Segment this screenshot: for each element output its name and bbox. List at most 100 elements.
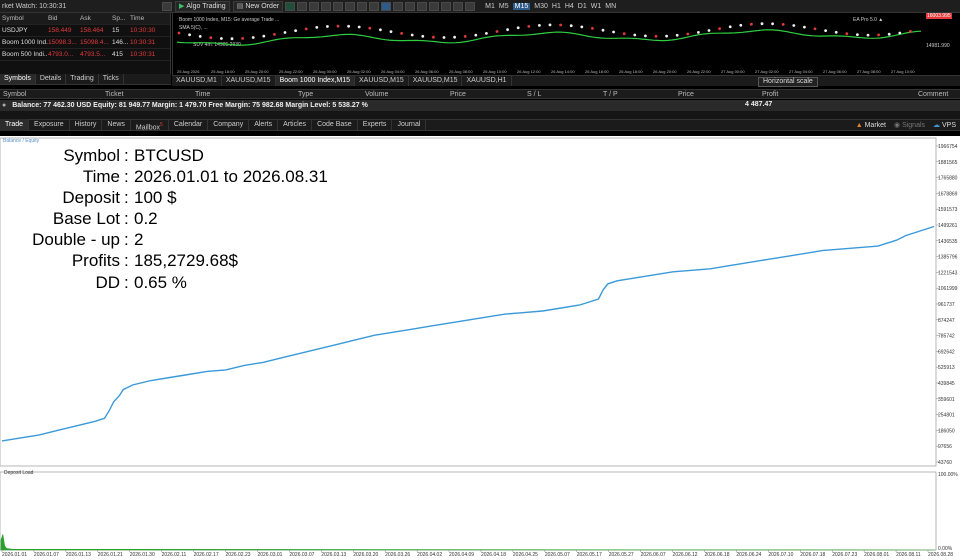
trade-col-1[interactable]: Ticket [105,91,123,98]
cursor-line-icon[interactable] [393,1,404,11]
market-watch-row[interactable]: Boom 1000 Ind... 15098.3... 15098.4... 146.… [0,37,170,49]
chart-tab[interactable]: XAUUSD,H1 [462,76,512,86]
signal-marker [866,33,870,37]
timeframe-h4[interactable]: H4 [565,3,574,10]
x-tick-label: 2026.01.21 [98,552,123,558]
chart-x-label: 27 Aug 00:00 [721,69,745,74]
market-watch-row[interactable]: USDJPY 158.449 158.464 15 10:30:30 [0,25,170,37]
mw-tab-ticks[interactable]: Ticks [99,74,124,84]
trade-col-10[interactable]: Comment [918,91,948,98]
timeframe-w1[interactable]: W1 [591,3,602,10]
col-ask[interactable]: Ask [80,15,112,22]
bid-price: 15098.3... [48,39,77,46]
col-bid[interactable]: Bid [48,15,80,22]
timeframe-m15[interactable]: M15 [512,2,531,10]
trade-col-4[interactable]: Volume [365,91,388,98]
trade-col-3[interactable]: Type [298,91,313,98]
x-tick-label: 2026.07.23 [832,552,857,558]
timeframe-m5[interactable]: M5 [499,3,509,10]
timeframe-m1[interactable]: M1 [485,3,495,10]
toolbox-tab-journal[interactable]: Journal [392,119,427,131]
col-symbol[interactable]: Symbol [0,15,48,22]
chart-tab[interactable]: Boom 1000 Index,M15 [275,76,356,86]
price-chart[interactable]: Boom 1000 Index, M15: Ge average Trade .… [172,13,940,75]
trade-col-0[interactable]: Symbol [3,91,26,98]
signal-marker [601,28,605,32]
indicators-icon[interactable] [369,1,380,11]
toolbox-tab-label: Mailbox [135,124,161,132]
zoom-in-icon[interactable] [321,1,332,11]
timeframe-d1[interactable]: D1 [578,3,587,10]
toolbox-tab-news[interactable]: News [102,119,131,131]
toolbox-tab-alerts[interactable]: Alerts [249,119,279,131]
signals-link[interactable]: ◉ Signals [894,120,925,132]
market-watch-row[interactable]: Boom 500 Indi... 4793.0... 4793.5... 415 10:… [0,49,170,61]
balance-row[interactable]: ● Balance: 77 462.30 USD Equity: 81 949.… [0,100,960,111]
trade-col-2[interactable]: Time [195,91,210,98]
deposit-load-label: Deposit Load [4,470,34,476]
signal-marker [410,33,414,37]
vps-label: VPS [941,122,956,129]
spread: 415 [112,51,123,58]
trade-col-5[interactable]: Price [450,91,466,98]
toolbox-tab-mailbox[interactable]: Mailbox5 [131,119,169,131]
shapes-icon[interactable] [465,1,476,11]
chart-bars-icon[interactable] [285,1,296,11]
toolbox-tabs: Trade Exposure History News Mailbox5 Calendar… [0,119,960,131]
timeframe-mn[interactable]: MN [605,3,616,10]
quote-time: 10:30:31 [130,51,156,58]
toolbox-tab-code-base[interactable]: Code Base [312,119,358,131]
toolbar-icon[interactable] [162,1,172,11]
market-watch: Symbol Bid Ask Sp... Time USDJPY 158.449 1… [0,13,171,74]
trade-col-8[interactable]: Price [678,91,694,98]
signal-marker [718,27,721,30]
price-scale[interactable]: 16003.995 14981.990 [924,13,960,75]
mw-tab-trading[interactable]: Trading [66,74,99,84]
channel-icon[interactable] [429,1,440,11]
chart-x-label: 26 Aug 18:00 [619,69,643,74]
trendline-icon[interactable] [417,1,428,11]
toolbox-tab-calendar[interactable]: Calendar [169,119,209,131]
signal-marker [792,24,796,27]
line-icon[interactable] [309,1,320,11]
chart-x-label: 27 Aug 02:00 [755,69,779,74]
market-link[interactable]: ▲ Market [856,120,886,132]
new-order-button[interactable]: ▤ New Order [232,0,284,12]
trade-col-6[interactable]: S / L [527,91,541,98]
chart-tab[interactable]: XAUUSD,M1 [172,76,222,86]
chart-tab[interactable]: XAUUSD,M15 [355,76,409,86]
toolbox-tab-company[interactable]: Company [208,119,250,131]
zoom-out-icon[interactable] [333,1,344,11]
candles-icon[interactable] [297,1,308,11]
vps-link[interactable]: ☁ VPS [933,120,956,132]
x-tick-label: 2026.02.23 [226,552,251,558]
trade-col-9[interactable]: Profit [762,91,778,98]
toolbox-tab-exposure[interactable]: Exposure [29,119,70,131]
signal-marker [198,35,202,38]
toolbox-tab-experts[interactable]: Experts [358,119,393,131]
fibo-icon[interactable] [441,1,452,11]
text-icon[interactable] [453,1,464,11]
crosshair-icon[interactable] [381,1,392,11]
toolbox-tab-history[interactable]: History [70,119,103,131]
y-tick-label: 97656 [938,444,952,450]
chart-tab[interactable]: XAUUSD,M15 [222,76,276,86]
hline-icon[interactable] [405,1,416,11]
stat-colon: : [124,273,129,292]
mw-tab-symbols[interactable]: Symbols [0,74,36,84]
toolbox-tab-articles[interactable]: Articles [278,119,313,131]
algo-trading-button[interactable]: ▶ Algo Trading [175,0,230,12]
x-tick-label: 2026.06.18 [704,552,729,558]
mw-tab-details[interactable]: Details [36,74,67,84]
spread: 15 [112,27,120,34]
grid-icon[interactable] [345,1,356,11]
col-time[interactable]: Time [130,15,168,22]
toolbox-tab-trade[interactable]: Trade [0,119,30,131]
autoscroll-icon[interactable] [357,1,368,11]
trade-col-7[interactable]: T / P [603,91,618,98]
col-spread[interactable]: Sp... [112,15,130,22]
toolbox-tab-label: Journal [397,121,421,128]
timeframe-m30[interactable]: M30 [534,3,548,10]
chart-tab[interactable]: XAUUSD,M15 [409,76,463,86]
timeframe-h1[interactable]: H1 [552,3,561,10]
